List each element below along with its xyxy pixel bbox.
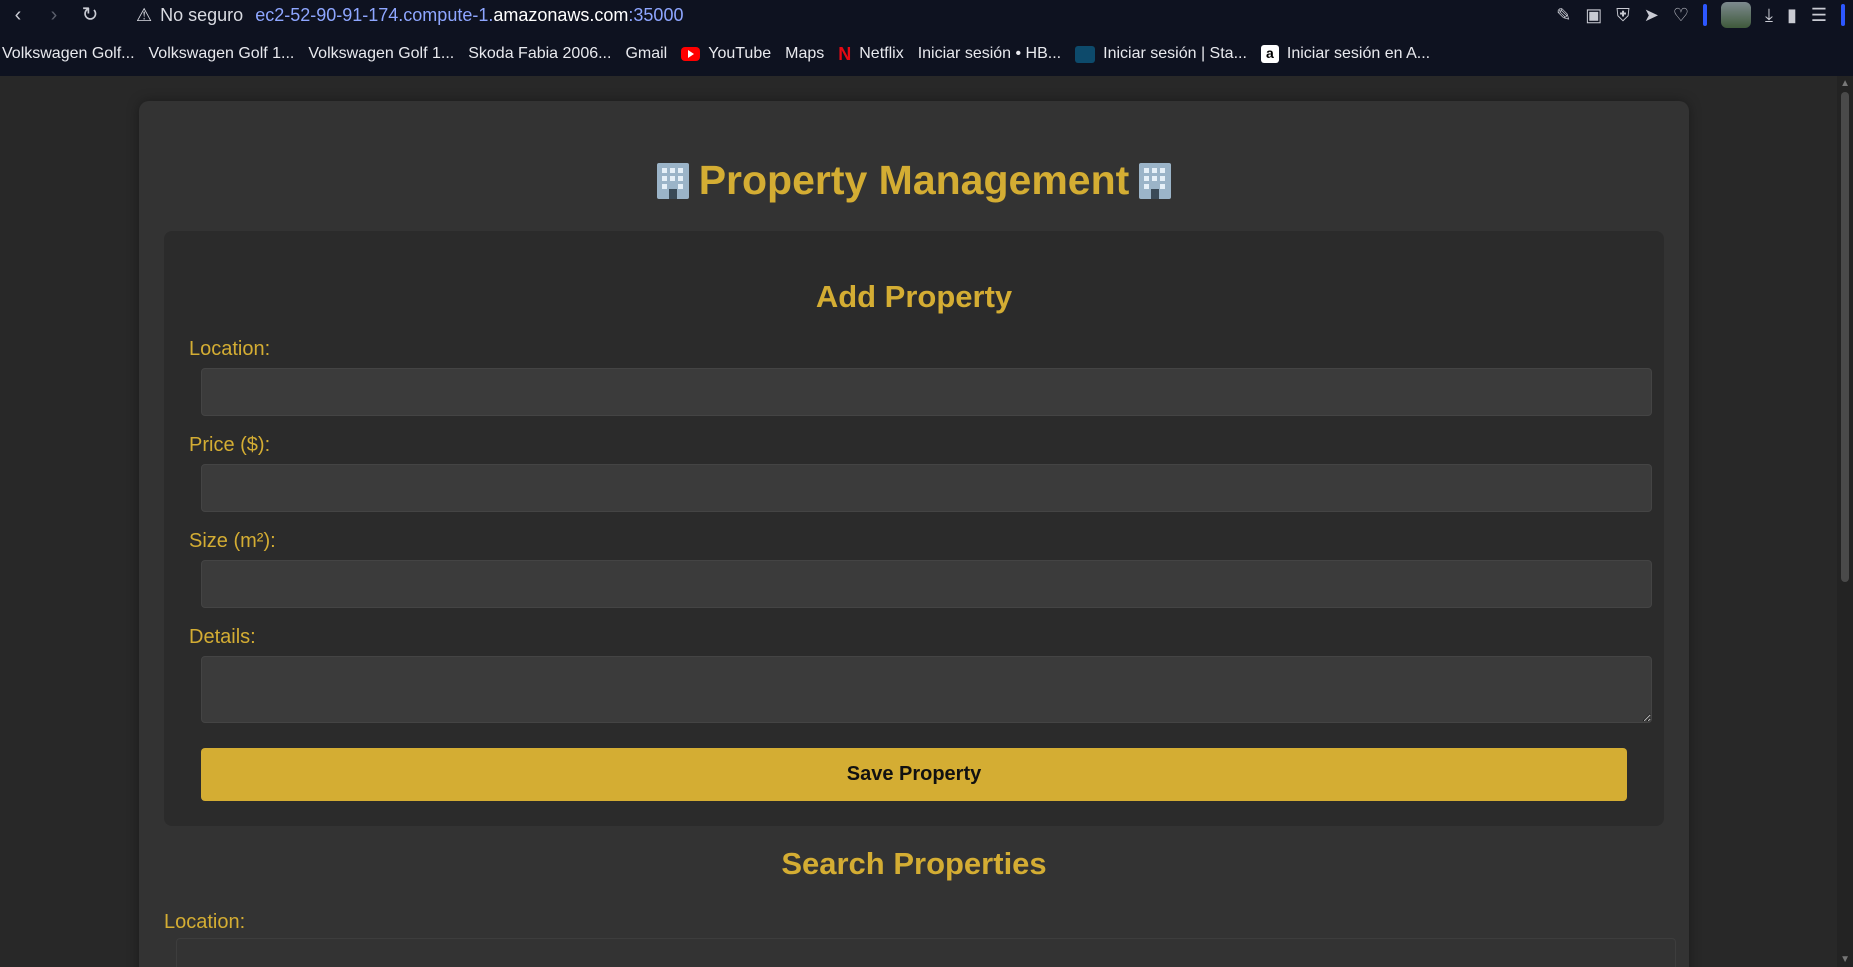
url-prefix: ec2-52-90-91-174.compute-1. [255, 4, 494, 25]
size-input[interactable] [201, 560, 1652, 608]
battery-icon: ▮ [1786, 5, 1797, 25]
bookmark-item[interactable]: Maps [0, 45, 836, 133]
divider-accent [1841, 4, 1845, 26]
bookmark-label: Iniciar sesión | Sta... [1103, 45, 1247, 62]
bookmark-item[interactable]: N Netflix [836, 44, 915, 65]
menu-icon[interactable]: ☰ [1811, 0, 1827, 30]
heart-icon[interactable]: ♡ [1673, 0, 1689, 30]
netflix-icon: N [838, 43, 852, 64]
add-property-heading: Add Property [815, 279, 1013, 314]
download-icon[interactable]: ⤓ [1765, 0, 1773, 30]
send-icon[interactable]: ➤ [1644, 0, 1659, 30]
location-label: Location: [189, 338, 271, 360]
office-building-icon [1135, 161, 1175, 201]
bookmark-label: Iniciar sesión • HB... [917, 45, 1062, 62]
security-indicator[interactable]: ⚠ No seguro [136, 5, 243, 26]
browser-chrome: ‹ › ↻ ⚠ No seguro ec2-52-90-91-174.compu… [0, 0, 1853, 133]
bookmark-label: Iniciar sesión en A... [1286, 45, 1431, 62]
bookmark-item[interactable]: Volkswagen Golf 1... [0, 45, 466, 133]
scroll-thumb[interactable] [1841, 92, 1849, 582]
star-plus-icon [1075, 45, 1096, 63]
url-host: amazonaws.com [493, 4, 629, 25]
avatar[interactable] [1720, 2, 1751, 28]
bookmark-label: YouTube [708, 45, 772, 62]
bookmark-item[interactable]: Iniciar sesión | Sta... [1073, 45, 1259, 63]
location-input[interactable] [201, 368, 1652, 416]
amazon-icon: a [1260, 45, 1279, 63]
edit-icon[interactable]: ✎ [1556, 0, 1571, 30]
toolbar-icons: ✎ ▣ ⛨ ➤ ♡ ⤓ ▮ ☰ [1556, 0, 1845, 30]
bookmark-item[interactable]: Gmail [0, 45, 679, 133]
bookmarks-bar: Volkswagen Golf... Volkswagen Golf 1... Vo… [0, 40, 1853, 133]
security-label: No seguro [160, 4, 244, 25]
save-property-button[interactable]: Save Property [201, 748, 1627, 801]
back-icon[interactable]: ‹ [0, 0, 36, 30]
details-label: Details: [189, 626, 256, 648]
add-property-card: Add Property Location: Price ($): Size (… [164, 231, 1664, 826]
camera-icon[interactable]: ▣ [1585, 0, 1602, 30]
forward-icon[interactable]: › [36, 0, 72, 30]
scroll-up-icon[interactable]: ▲ [1840, 78, 1850, 89]
shield-icon[interactable]: ⛨ [1616, 0, 1630, 30]
bookmark-label: Netflix [859, 45, 904, 62]
main-container: Property Management Add Property Locatio… [139, 101, 1689, 967]
divider-accent [1702, 4, 1707, 26]
reload-icon[interactable]: ↻ [72, 0, 108, 30]
page-viewport: ▲ ▼ Property Management Add Property Loc… [0, 76, 1853, 967]
bookmark-item[interactable]: YouTube [679, 45, 783, 63]
price-label: Price ($): [189, 434, 271, 456]
page-title-text: Property Management [698, 157, 1130, 203]
youtube-icon [681, 47, 701, 61]
price-input[interactable] [201, 464, 1652, 512]
office-building-icon [653, 161, 693, 201]
page-title: Property Management [139, 157, 1689, 204]
details-textarea[interactable] [201, 656, 1652, 723]
search-location-input[interactable] [176, 938, 1676, 967]
bookmark-label: Skoda Fabia 2006... [468, 45, 612, 62]
size-label: Size (m²): [189, 530, 276, 552]
scroll-down-icon[interactable]: ▼ [1840, 954, 1850, 965]
bookmark-label: Gmail [625, 45, 668, 62]
bookmark-item[interactable]: Volkswagen Golf... [0, 45, 147, 133]
scrollbar[interactable]: ▲ ▼ [1837, 76, 1853, 967]
bookmark-label: Volkswagen Golf 1... [148, 45, 295, 62]
search-properties-heading: Search Properties [781, 846, 1047, 881]
bookmark-label: Maps [785, 45, 825, 62]
bookmark-item[interactable]: Skoda Fabia 2006... [0, 45, 623, 133]
warning-icon: ⚠ [136, 4, 153, 25]
bookmark-label: Volkswagen Golf... [2, 45, 135, 62]
bookmark-item[interactable]: a Iniciar sesión en A... [1259, 45, 1442, 63]
bookmark-label: Volkswagen Golf 1... [308, 45, 455, 62]
bookmark-item[interactable]: Iniciar sesión • HB... [0, 45, 1073, 133]
search-location-label: Location: [164, 911, 246, 933]
bookmark-item[interactable]: Volkswagen Golf 1... [0, 45, 307, 133]
address-bar-row: ‹ › ↻ ⚠ No seguro ec2-52-90-91-174.compu… [0, 0, 1853, 30]
url-port: :35000 [628, 4, 684, 25]
url-field[interactable]: ec2-52-90-91-174.compute-1.amazonaws.com… [255, 5, 683, 26]
